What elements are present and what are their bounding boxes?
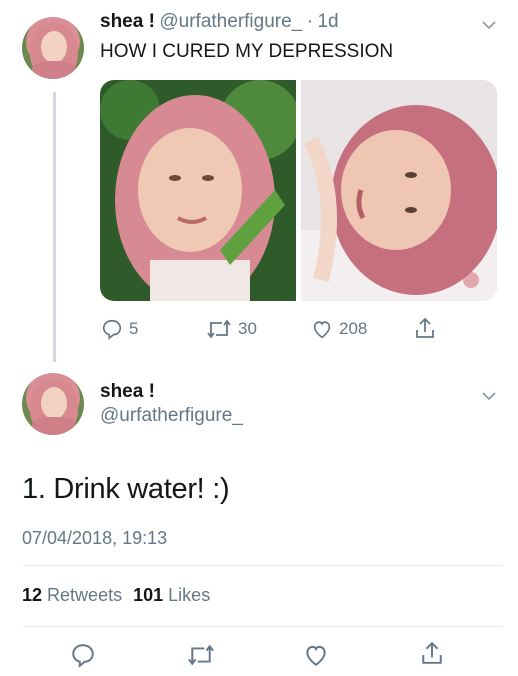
tweet-text: 1. Drink water! :) xyxy=(22,473,230,505)
heart-icon xyxy=(313,321,331,339)
heart-icon xyxy=(306,645,326,666)
tweet-header: shea ! @urfatherfigure_ · 1d xyxy=(100,11,339,33)
timestamp[interactable]: 07/04/2018, 19:13 xyxy=(22,528,167,549)
avatar[interactable] xyxy=(22,17,84,79)
retweet-total: 12 xyxy=(22,585,43,605)
reply-button[interactable] xyxy=(70,642,96,668)
tweet-photo-1[interactable] xyxy=(100,80,296,301)
likes-stat[interactable]: 101 Likes xyxy=(133,585,210,605)
retweet-count: 30 xyxy=(238,319,257,338)
engagement-stats: 12 Retweets 101 Likes xyxy=(22,585,210,606)
like-button[interactable]: 208 xyxy=(311,318,367,340)
like-count: 208 xyxy=(339,319,368,338)
chevron-down-icon[interactable] xyxy=(482,389,496,403)
retweet-icon xyxy=(188,644,214,666)
tweet-text: HOW I CURED MY DEPRESSION xyxy=(100,41,394,62)
reply-icon xyxy=(102,319,122,340)
time-ago[interactable]: 1d xyxy=(317,11,338,32)
share-icon xyxy=(422,641,442,664)
avatar[interactable] xyxy=(22,373,84,435)
share-button[interactable] xyxy=(420,639,444,667)
retweets-label: Retweets xyxy=(47,585,123,605)
handle[interactable]: @urfatherfigure_ xyxy=(159,11,302,32)
handle[interactable]: @urfatherfigure_ xyxy=(100,405,243,427)
thread-line xyxy=(53,92,56,362)
chevron-down-icon[interactable] xyxy=(482,18,496,32)
display-name[interactable]: shea ! xyxy=(100,381,155,403)
divider xyxy=(22,565,502,566)
reply-button[interactable]: 5 xyxy=(101,318,138,340)
divider xyxy=(22,626,502,627)
retweet-button[interactable] xyxy=(186,643,216,667)
reply-icon xyxy=(72,644,94,668)
like-button[interactable] xyxy=(303,642,329,668)
share-icon xyxy=(416,317,434,338)
share-button[interactable] xyxy=(414,316,436,340)
retweets-stat[interactable]: 12 Retweets xyxy=(22,585,127,605)
retweet-icon xyxy=(207,319,231,339)
retweet-button[interactable]: 30 xyxy=(206,318,257,340)
likes-label: Likes xyxy=(168,585,211,605)
like-total: 101 xyxy=(133,585,164,605)
separator: · xyxy=(306,11,314,32)
display-name[interactable]: shea ! xyxy=(100,11,155,32)
tweet-photo-2[interactable] xyxy=(301,80,497,301)
reply-count: 5 xyxy=(129,319,139,338)
